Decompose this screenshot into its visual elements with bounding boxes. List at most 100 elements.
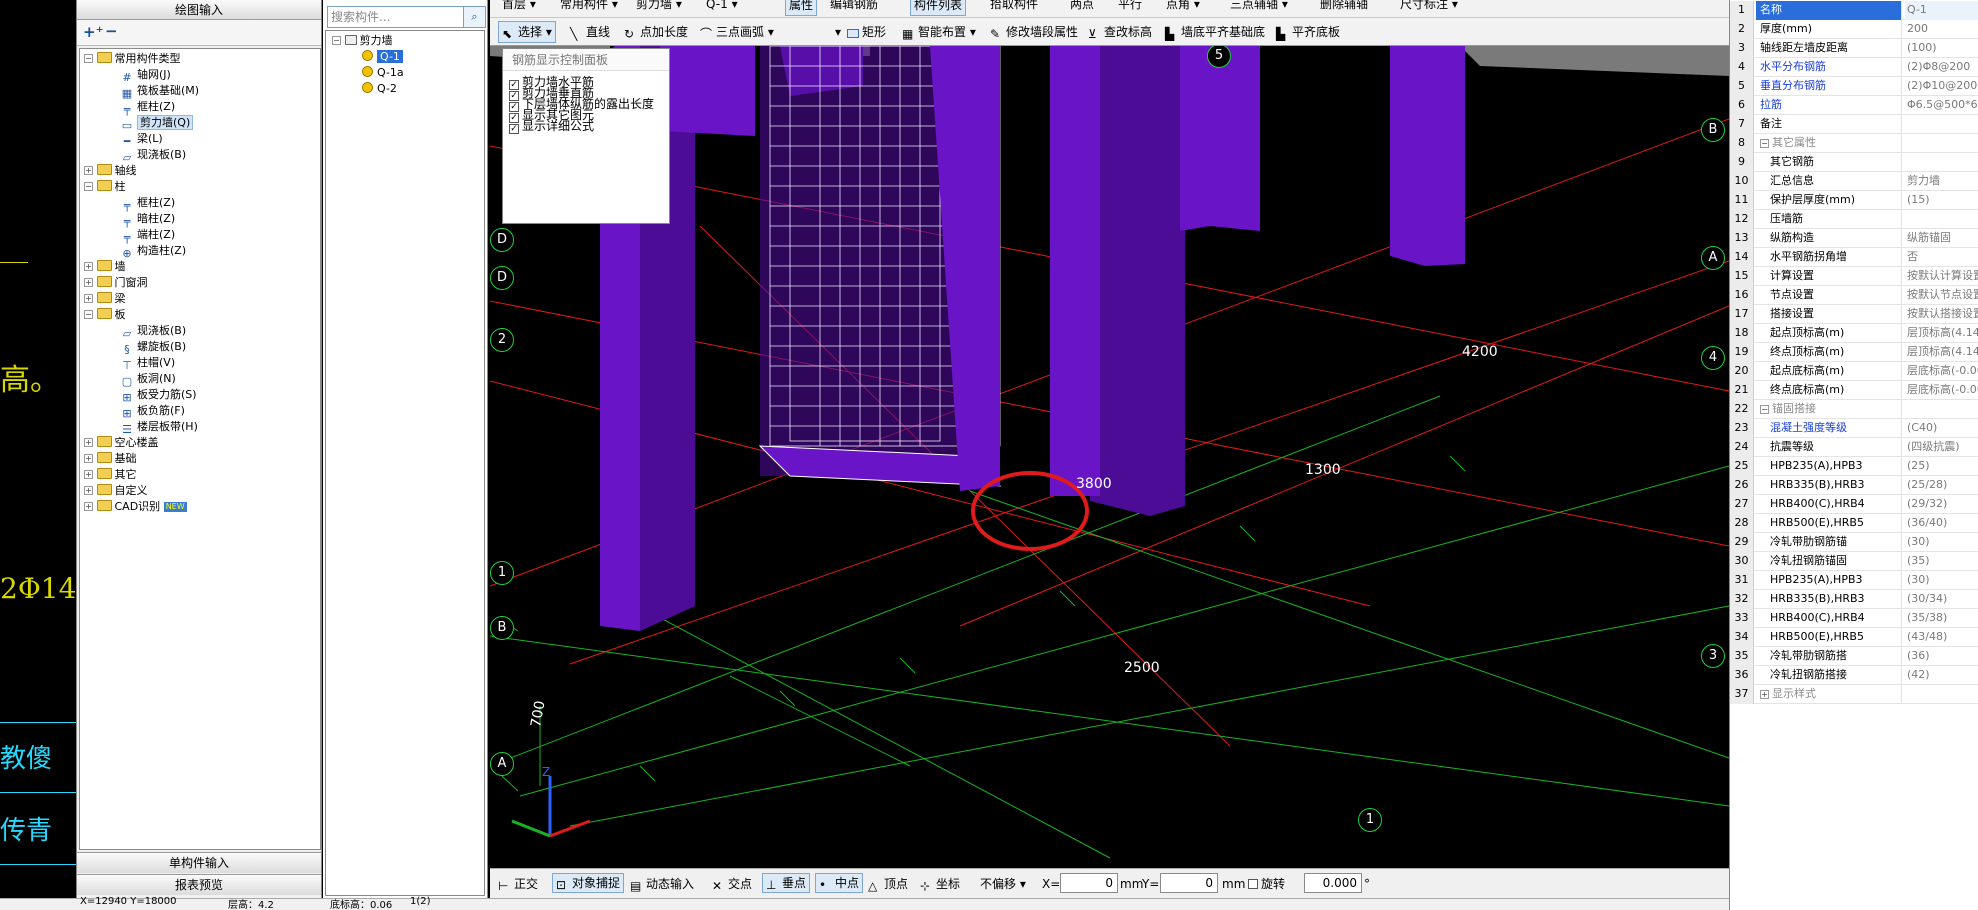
property-row[interactable]: 5 垂直分布钢筋 (2)Φ10@200	[1730, 77, 1978, 96]
tree-node-common[interactable]: − 常用构件类型	[84, 51, 181, 67]
delete-axis-button[interactable]: 删除辅轴	[1320, 0, 1368, 14]
single-component-input-button[interactable]: 单构件输入	[77, 852, 321, 873]
collapse-icon[interactable]: −	[84, 310, 93, 319]
property-value[interactable]: (43/48)	[1905, 628, 1978, 647]
point-angle-button[interactable]: 点角 ▾	[1166, 0, 1200, 14]
property-row[interactable]: 26 HRB335(B),HRB3 (25/28)	[1730, 476, 1978, 495]
tree-node-shear-wall[interactable]: − 剪力墙	[332, 33, 393, 49]
vertex-snap[interactable]: △ 顶点	[868, 875, 908, 893]
tree-node-other[interactable]: + 其它	[84, 467, 137, 483]
property-row[interactable]: 34 HRB500(E),HRB5 (43/48)	[1730, 628, 1978, 647]
tree-item-constructional-column[interactable]: ⊕ 构造柱(Z)	[120, 243, 186, 260]
property-value[interactable]	[1905, 400, 1978, 419]
property-value[interactable]: 200	[1905, 20, 1978, 39]
property-value[interactable]: 按默认节点设置	[1905, 286, 1978, 305]
select-button[interactable]: ⬉ 选择 ▾	[498, 21, 556, 43]
property-value[interactable]: (25)	[1905, 457, 1978, 476]
property-row[interactable]: 13 纵筋构造 纵筋锚固	[1730, 229, 1978, 248]
property-value[interactable]	[1905, 134, 1978, 153]
property-value[interactable]: (30)	[1905, 533, 1978, 552]
property-value[interactable]: (29/32)	[1905, 495, 1978, 514]
tree-item-raft[interactable]: ▦ 筏板基础(M)	[120, 83, 199, 100]
y-coordinate-input[interactable]: 0	[1160, 873, 1218, 893]
expand-icon[interactable]: +	[84, 166, 93, 175]
collapse-icon[interactable]: −	[84, 54, 93, 63]
rotate-checkbox[interactable]: 旋转	[1248, 875, 1285, 893]
smart-layout-button[interactable]: ▦ 智能布置 ▾	[902, 22, 976, 42]
property-value[interactable]: (C40)	[1905, 419, 1978, 438]
component-category-select[interactable]: 剪力墙 ▾	[636, 0, 682, 14]
property-row[interactable]: 10 汇总信息 剪力墙	[1730, 172, 1978, 191]
property-value[interactable]: (2)Φ10@200	[1905, 77, 1978, 96]
property-value[interactable]: 层底标高(-0.06)	[1905, 381, 1978, 400]
expand-icon[interactable]: +	[84, 262, 93, 271]
floor-select[interactable]: 首层 ▾	[502, 0, 536, 14]
property-row[interactable]: 6 拉筋 Φ6.5@500*600	[1730, 96, 1978, 115]
property-value[interactable]: (36/40)	[1905, 514, 1978, 533]
expand-icon[interactable]: +	[84, 278, 93, 287]
coordinate-snap[interactable]: ⊹ 坐标	[920, 875, 960, 893]
tree-item-slab-rebar[interactable]: ⊞ 板受力筋(S)	[120, 387, 196, 404]
ortho-toggle[interactable]: ⊢ 正交	[498, 875, 538, 893]
collapse-tree-icon[interactable]: −	[105, 22, 118, 40]
property-value[interactable]: 纵筋锚固	[1905, 229, 1978, 248]
expand-icon[interactable]: +	[1760, 690, 1769, 699]
dimension-button[interactable]: 尺寸标注 ▾	[1400, 0, 1458, 14]
three-point-axis-button[interactable]: 三点辅轴 ▾	[1230, 0, 1288, 14]
column-6[interactable]	[1390, 46, 1465, 266]
property-value[interactable]: (35/38)	[1905, 609, 1978, 628]
property-row[interactable]: 32 HRB335(B),HRB3 (30/34)	[1730, 590, 1978, 609]
tree-item-column-cap[interactable]: ⊤ 柱帽(V)	[120, 355, 175, 372]
checkbox-checked[interactable]: ✓	[509, 124, 519, 134]
tree-item-shear-wall[interactable]: ▭ 剪力墙(Q)	[120, 115, 194, 132]
property-row[interactable]: 2 厚度(mm) 200	[1730, 20, 1978, 39]
tree-item-cast-slab[interactable]: ▱ 现浇板(B)	[120, 323, 186, 340]
tree-item-spiral-slab[interactable]: § 螺旋板(B)	[120, 339, 186, 356]
property-value[interactable]: (2)Φ8@200	[1905, 58, 1978, 77]
tree-item-frame-column[interactable]: ╤ 框柱(Z)	[120, 99, 175, 116]
model-canvas[interactable]: Z	[490, 46, 1729, 868]
object-snap-toggle[interactable]: ⊡ 对象捕捉	[552, 873, 625, 893]
tree-node-wall[interactable]: + 墙	[84, 259, 126, 275]
property-row[interactable]: 35 冷轧带肋钢筋搭 (36)	[1730, 647, 1978, 666]
expand-icon[interactable]: +	[84, 502, 93, 511]
tree-node-cad-recognition[interactable]: + CAD识别 NEW	[84, 499, 187, 515]
tree-item-negative-rebar[interactable]: ⊞ 板负筋(F)	[120, 403, 185, 420]
expand-icon[interactable]: +	[84, 486, 93, 495]
parallel-button[interactable]: 平行	[1118, 0, 1142, 14]
property-row[interactable]: 16 节点设置 按默认节点设置	[1730, 286, 1978, 305]
property-value[interactable]: (100)	[1905, 39, 1978, 58]
property-row[interactable]: 9 其它钢筋	[1730, 153, 1978, 172]
tree-node-foundation[interactable]: + 基础	[84, 451, 137, 467]
property-value[interactable]: 层顶标高(4.14)	[1905, 343, 1978, 362]
property-row[interactable]: 24 抗震等级 (四级抗震)	[1730, 438, 1978, 457]
property-row[interactable]: 7 备注	[1730, 115, 1978, 134]
property-row[interactable]: 23 混凝土强度等级 (C40)	[1730, 419, 1978, 438]
tree-item-frame-column[interactable]: ╤ 框柱(Z)	[120, 195, 175, 212]
property-value[interactable]: (36)	[1905, 647, 1978, 666]
pick-component-button[interactable]: 拾取构件	[990, 0, 1038, 14]
component-item-q1a[interactable]: Q-1a	[362, 65, 404, 81]
property-row[interactable]: 19 终点顶标高(m) 层顶标高(4.14)	[1730, 343, 1978, 362]
expand-icon[interactable]: +	[84, 438, 93, 447]
tree-node-slab[interactable]: − 板	[84, 307, 126, 323]
property-value[interactable]: Φ6.5@500*600	[1905, 96, 1978, 115]
component-list-button[interactable]: 构件列表	[910, 0, 967, 16]
component-item-q2[interactable]: Q-2	[362, 81, 397, 97]
column-2[interactable]	[660, 46, 755, 136]
perpendicular-snap[interactable]: ⊥ 垂点	[762, 873, 811, 893]
line-button[interactable]: ╲ 直线	[570, 22, 610, 42]
tree-node-column[interactable]: − 柱	[84, 179, 126, 195]
dynamic-input-toggle[interactable]: ▤ 动态输入	[630, 875, 694, 893]
align-floor-slab-button[interactable]: ▙ 平齐底板	[1276, 22, 1340, 42]
property-row[interactable]: 15 计算设置 按默认计算设置	[1730, 267, 1978, 286]
3d-viewport[interactable]: Z 4200 1300 3800 2500 700 5 B D D 2 A 4 …	[490, 46, 1729, 868]
collapse-icon[interactable]: −	[1760, 405, 1769, 414]
property-row[interactable]: 28 HRB500(E),HRB5 (36/40)	[1730, 514, 1978, 533]
offset-select[interactable]: 不偏移 ▾	[980, 875, 1026, 893]
tree-item-beam[interactable]: ━ 梁(L)	[120, 131, 163, 148]
property-value[interactable]: 按默认搭接设置	[1905, 305, 1978, 324]
property-value[interactable]: 否	[1905, 248, 1978, 267]
property-value[interactable]: (42)	[1905, 666, 1978, 685]
tree-node-custom[interactable]: + 自定义	[84, 483, 148, 499]
